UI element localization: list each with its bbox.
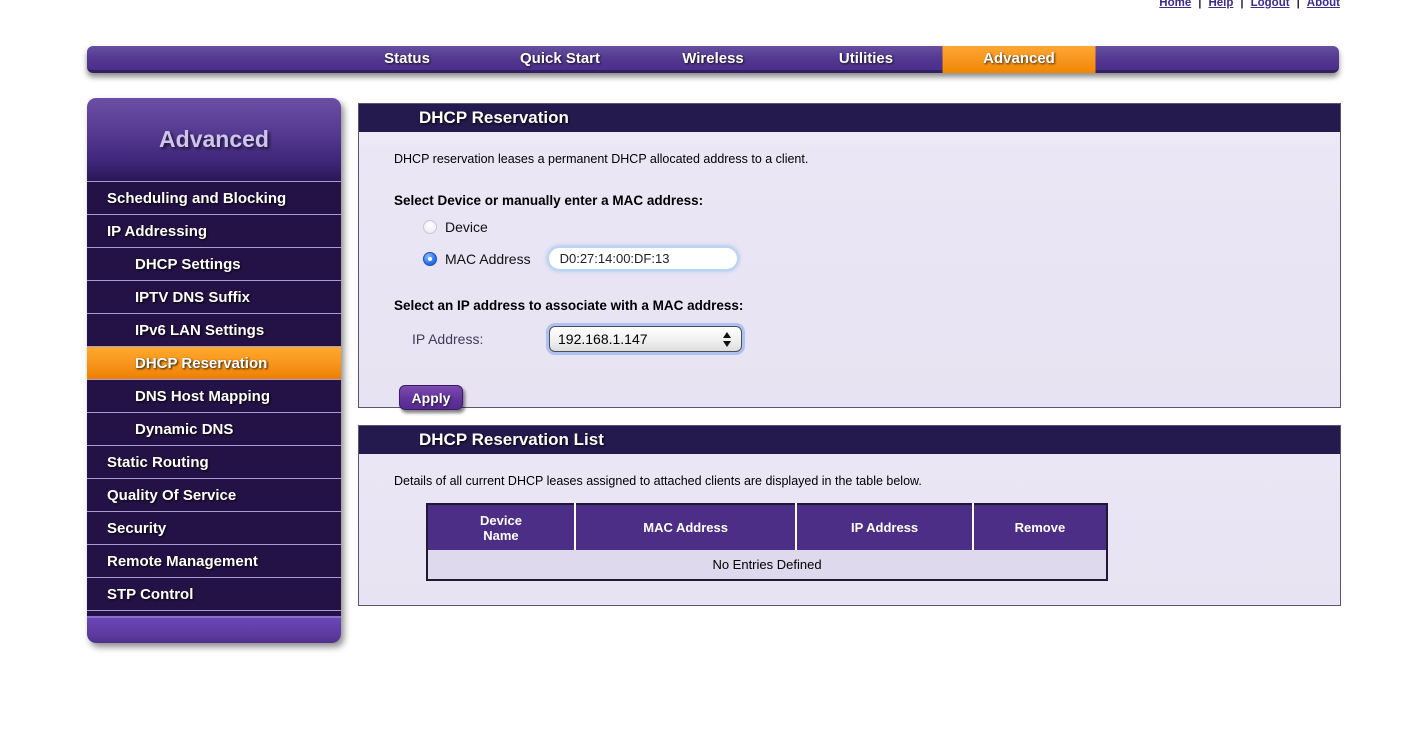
dhcp-reservation-list-panel: DHCP Reservation List Details of all cur…	[358, 425, 1341, 606]
sidebar-item-remote-management[interactable]: Remote Management	[87, 544, 341, 577]
sidebar-item-ip-addressing[interactable]: IP Addressing	[87, 214, 341, 247]
link-separator: |	[1233, 0, 1250, 9]
sidebar-item-static-routing[interactable]: Static Routing	[87, 445, 341, 478]
sidebar-item-quality-of-service[interactable]: Quality Of Service	[87, 478, 341, 511]
column-header-device-name: Device Name	[427, 504, 575, 550]
ip-address-select[interactable]: 192.168.1.147	[549, 326, 742, 352]
dhcp-reservation-list-title: DHCP Reservation List	[359, 426, 1340, 454]
dhcp-reservation-table: Device Name MAC Address IP Address Remov…	[426, 503, 1108, 581]
dhcp-reservation-list-description: Details of all current DHCP leases assig…	[394, 474, 1340, 488]
arrow-down-icon	[723, 341, 731, 347]
logout-link[interactable]: Logout	[1251, 0, 1290, 9]
dhcp-reservation-panel: DHCP Reservation DHCP reservation leases…	[358, 103, 1341, 408]
sidebar-item-dhcp-settings[interactable]: DHCP Settings	[87, 247, 341, 280]
device-radio-row: Device	[423, 219, 1340, 235]
tab-advanced[interactable]: Advanced	[943, 46, 1096, 73]
tab-status[interactable]: Status	[331, 46, 484, 73]
device-radio[interactable]	[423, 220, 437, 234]
sidebar-title: Advanced	[87, 98, 341, 181]
link-separator: |	[1191, 0, 1208, 9]
link-separator: |	[1290, 0, 1307, 9]
home-link[interactable]: Home	[1159, 0, 1191, 9]
tab-wireless[interactable]: Wireless	[637, 46, 790, 73]
sidebar-item-scheduling-and-blocking[interactable]: Scheduling and Blocking	[87, 181, 341, 214]
device-radio-label[interactable]: Device	[445, 219, 488, 235]
sidebar-item-dns-host-mapping[interactable]: DNS Host Mapping	[87, 379, 341, 412]
mac-address-radio-row: MAC Address	[423, 246, 1340, 271]
sidebar-item-ipv6-lan-settings[interactable]: IPv6 LAN Settings	[87, 313, 341, 346]
arrow-up-icon	[723, 332, 731, 338]
mac-address-radio[interactable]	[423, 252, 437, 266]
dhcp-reservation-description: DHCP reservation leases a permanent DHCP…	[394, 152, 1340, 166]
sidebar-item-dhcp-reservation[interactable]: DHCP Reservation	[87, 346, 341, 379]
main-navbar: Status Quick Start Wireless Utilities Ad…	[87, 46, 1339, 73]
mac-address-input[interactable]	[547, 246, 739, 271]
select-stepper-icon[interactable]	[723, 332, 733, 347]
sidebar-footer	[87, 616, 341, 643]
advanced-sidebar: Advanced Scheduling and Blocking IP Addr…	[87, 98, 341, 643]
help-link[interactable]: Help	[1208, 0, 1233, 9]
table-header-row: Device Name MAC Address IP Address Remov…	[427, 504, 1107, 550]
column-header-mac-address: MAC Address	[575, 504, 796, 550]
select-device-heading: Select Device or manually enter a MAC ad…	[394, 193, 1340, 208]
sidebar-item-stp-control[interactable]: STP Control	[87, 577, 341, 610]
apply-button[interactable]: Apply	[399, 385, 463, 410]
sidebar-item-security[interactable]: Security	[87, 511, 341, 544]
column-header-ip-address: IP Address	[796, 504, 973, 550]
no-entries-message: No Entries Defined	[427, 550, 1107, 580]
table-empty-row: No Entries Defined	[427, 550, 1107, 580]
ip-address-label: IP Address:	[412, 331, 549, 347]
nav-tabs: Status Quick Start Wireless Utilities Ad…	[331, 46, 1096, 73]
ip-address-selected-value: 192.168.1.147	[558, 331, 723, 347]
tab-quick-start[interactable]: Quick Start	[484, 46, 637, 73]
dhcp-reservation-panel-title: DHCP Reservation	[359, 104, 1340, 132]
ip-address-row: IP Address: 192.168.1.147	[412, 326, 1340, 352]
about-link[interactable]: About	[1307, 0, 1340, 9]
sidebar-item-iptv-dns-suffix[interactable]: IPTV DNS Suffix	[87, 280, 341, 313]
mac-address-radio-label[interactable]: MAC Address	[445, 251, 531, 267]
top-utility-links: Home|Help|Logout|About	[1159, 0, 1340, 9]
sidebar-item-dynamic-dns[interactable]: Dynamic DNS	[87, 412, 341, 445]
tab-utilities[interactable]: Utilities	[790, 46, 943, 73]
select-ip-heading: Select an IP address to associate with a…	[394, 298, 1340, 313]
column-header-remove: Remove	[973, 504, 1107, 550]
